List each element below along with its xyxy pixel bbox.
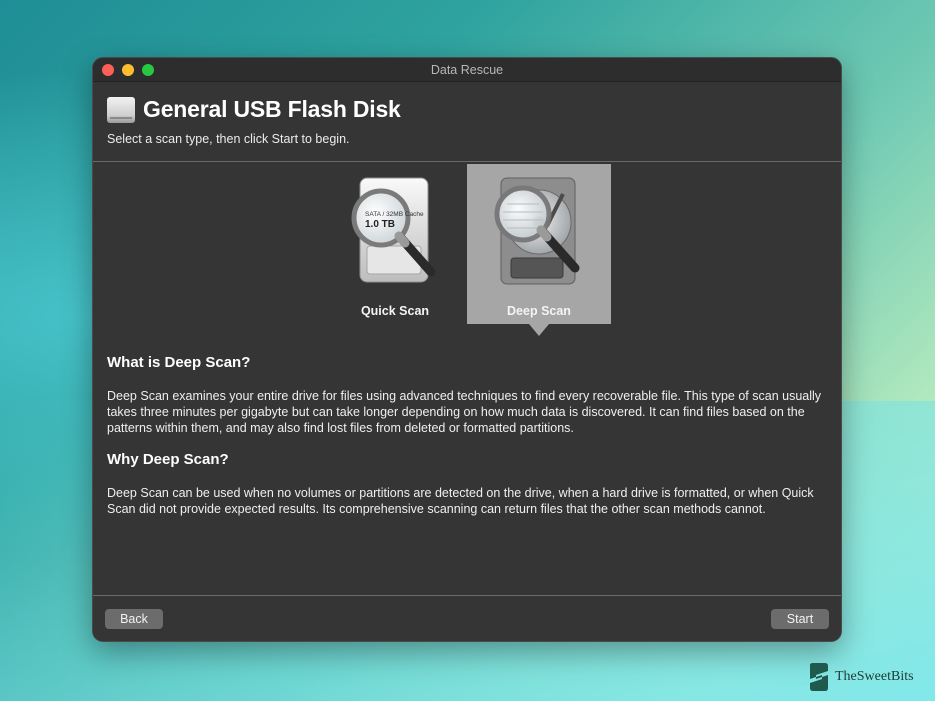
deep-scan-label: Deep Scan [507,304,571,318]
back-button[interactable]: Back [105,609,163,629]
what-heading: What is Deep Scan? [107,354,251,371]
deep-scan-option[interactable]: Deep Scan [467,164,611,324]
scan-type-selector: SATA / 32MB Cache 1.0 TB Quick Scan Deep… [93,162,841,340]
watermark-logo: TheSweetBits [807,662,914,692]
why-text: Deep Scan can be used when no volumes or… [107,486,814,516]
quick-scan-option[interactable]: SATA / 32MB Cache 1.0 TB Quick Scan [323,164,467,324]
sweetbits-logo-icon [810,663,828,691]
instruction-text: Select a scan type, then click Start to … [107,132,350,146]
why-heading: Why Deep Scan? [107,451,229,468]
start-button[interactable]: Start [771,609,829,629]
hard-drive-magnifier-icon: SATA / 32MB Cache 1.0 TB [351,177,436,283]
scan-description: What is Deep Scan? Deep Scan examines yo… [93,340,841,517]
selection-pointer [529,324,549,336]
drive-label-line2: 1.0 TB [365,219,395,230]
app-window: Data Rescue General USB Flash Disk Selec… [92,57,842,642]
quick-scan-label: Quick Scan [360,304,430,318]
hard-drive-internals-magnifier-icon [494,177,580,285]
title-bar[interactable]: Data Rescue [93,58,841,82]
watermark-text: TheSweetBits [835,669,914,684]
drive-label-line1: SATA / 32MB Cache [365,211,424,218]
header: General USB Flash Disk Select a scan typ… [93,82,841,162]
usb-disk-icon [107,96,135,123]
disk-name: General USB Flash Disk [143,96,401,122]
disk-title-row: General USB Flash Disk [107,96,827,123]
window-title: Data Rescue [430,63,504,77]
footer-bar: Back Start [93,595,841,641]
what-text: Deep Scan examines your entire drive for… [107,389,822,435]
